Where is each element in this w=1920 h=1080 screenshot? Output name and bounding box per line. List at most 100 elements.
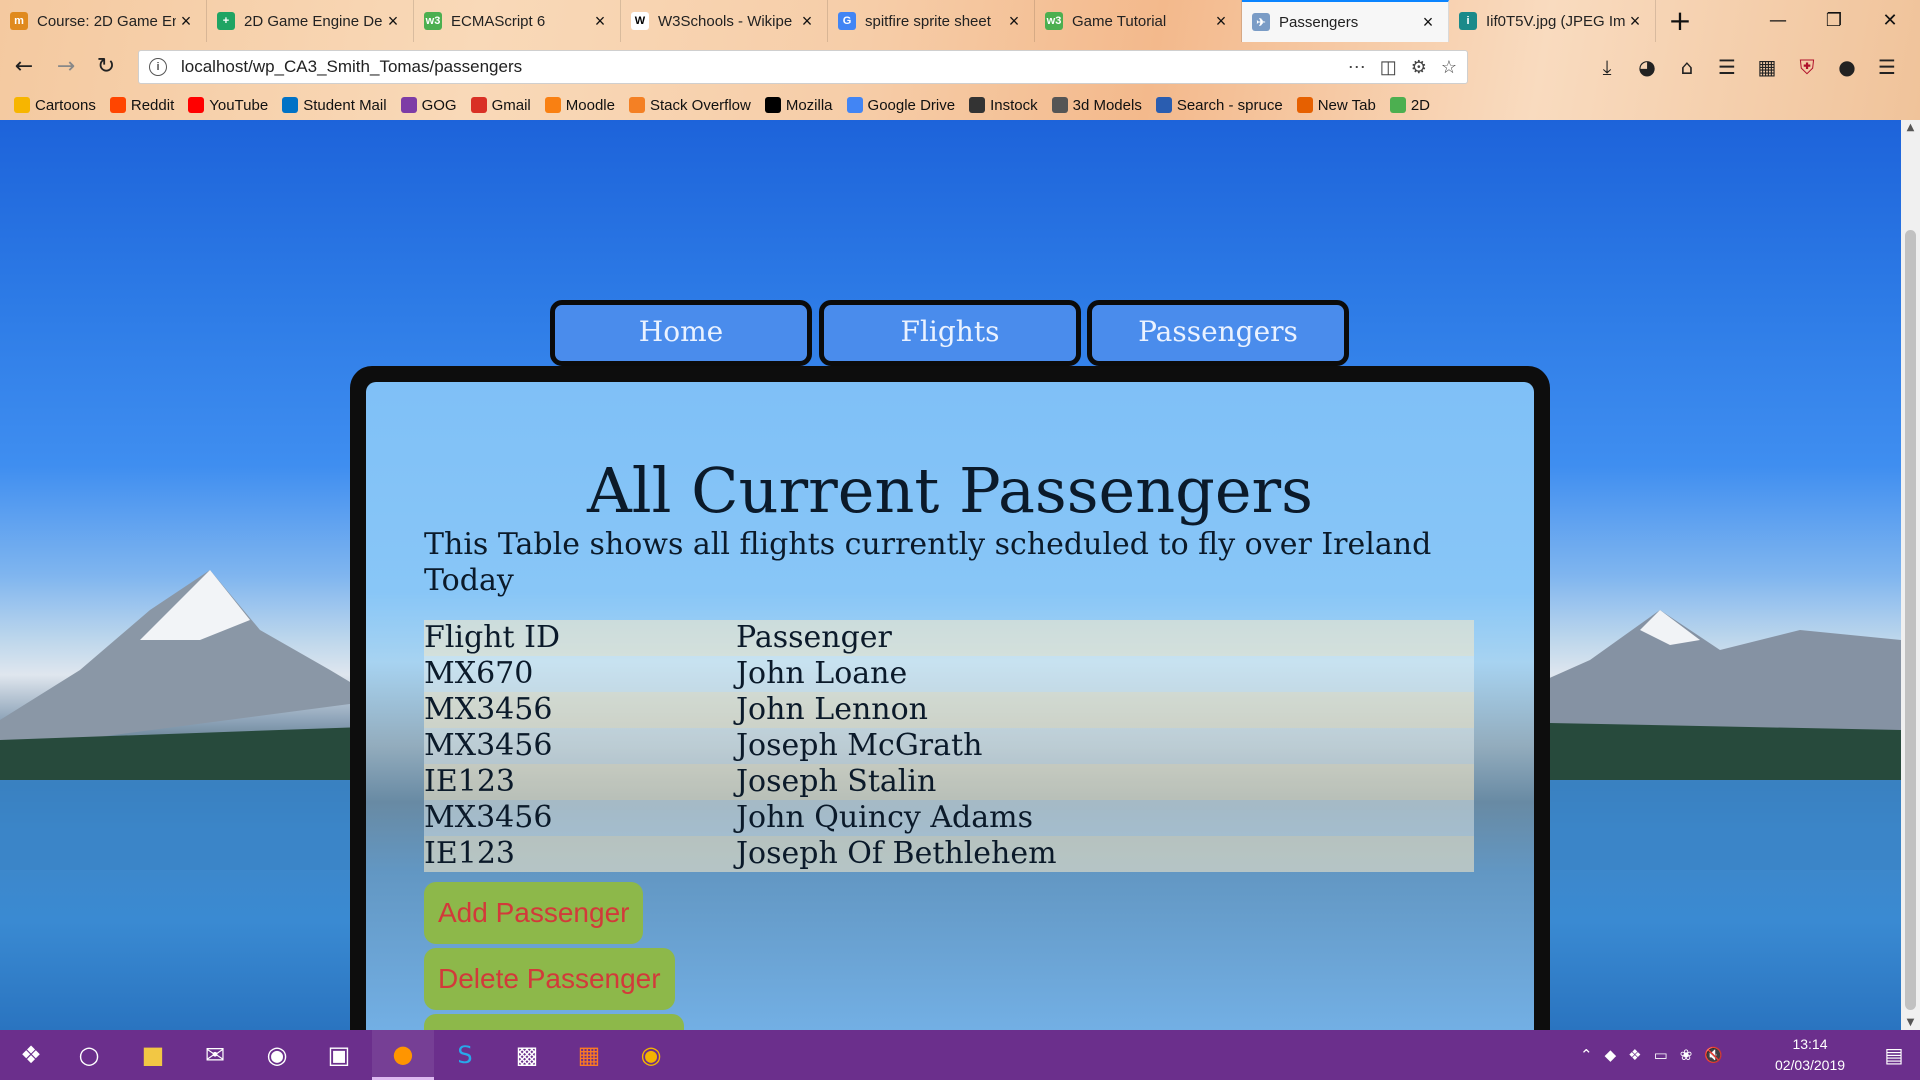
- bookmark-item[interactable]: Moodle: [544, 97, 615, 114]
- bookmark-favicon-icon: [764, 97, 781, 113]
- steam-icon[interactable]: ◉: [246, 1030, 308, 1080]
- browser-tab[interactable]: i Iif0T5V.jpg (JPEG Im ×: [1449, 0, 1656, 42]
- scroll-up-icon[interactable]: ▲: [1901, 122, 1920, 133]
- flight-id-cell: MX670: [424, 656, 534, 691]
- bookmark-item[interactable]: Cartoons: [14, 97, 96, 114]
- taskbar-clock[interactable]: 13:14 02/03/2019: [1765, 1034, 1855, 1076]
- bookmark-star-icon[interactable]: ☆: [1441, 57, 1457, 78]
- bookmark-label: New Tab: [1317, 96, 1376, 114]
- chrome-icon[interactable]: ◉: [620, 1030, 682, 1080]
- url-text[interactable]: localhost/wp_CA3_Smith_Tomas/passengers: [181, 57, 522, 77]
- forward-icon[interactable]: →: [48, 50, 84, 84]
- bookmark-favicon-icon: [1296, 97, 1313, 113]
- bookmark-favicon-icon: [282, 97, 299, 113]
- reload-icon[interactable]: ↻: [88, 50, 124, 84]
- bookmark-label: YouTube: [209, 96, 269, 114]
- restore-button[interactable]: ❐: [1806, 0, 1862, 42]
- update-passenger-button[interactable]: Update Passenger: [424, 1014, 684, 1030]
- bookmark-label: Mozilla: [785, 96, 833, 114]
- bookmark-favicon-icon: [846, 97, 863, 113]
- bookmark-item[interactable]: Mozilla: [764, 96, 833, 114]
- wifi-icon[interactable]: ❀: [1680, 1046, 1693, 1064]
- bookmark-item[interactable]: YouTube: [188, 97, 268, 114]
- mail-icon[interactable]: ✉: [184, 1030, 246, 1080]
- new-tab-button[interactable]: +: [1662, 4, 1698, 38]
- nav-passengers-button[interactable]: Passengers: [1087, 300, 1349, 366]
- apps-icon[interactable]: ▦: [1750, 50, 1784, 84]
- show-hidden-icons-icon[interactable]: ⌃: [1580, 1046, 1593, 1064]
- bookmark-item[interactable]: 3d Models: [1051, 97, 1142, 114]
- page-subtitle: This Table shows all flights currently s…: [424, 527, 1432, 598]
- phpstorm-icon[interactable]: ▩: [496, 1030, 558, 1080]
- home-icon[interactable]: ⌂: [1670, 50, 1704, 84]
- bookmark-item[interactable]: Instock: [969, 97, 1038, 114]
- extension-icon[interactable]: ⚙: [1411, 57, 1427, 78]
- nav-home-button[interactable]: Home: [550, 300, 812, 366]
- xampp-icon[interactable]: ▦: [558, 1030, 620, 1080]
- pocket-icon[interactable]: ◫: [1380, 57, 1397, 78]
- windows-taskbar: ❖ ○ ■ ✉ ◉ ▣ ● S ▩ ▦ ◉ ⌃ ◆ ❖ ▭ ❀ 🔇 13:14 …: [0, 1030, 1920, 1080]
- back-icon[interactable]: ←: [6, 50, 42, 84]
- bookmark-favicon-icon: [1051, 97, 1068, 113]
- page-actions-icon[interactable]: ⋯: [1348, 57, 1366, 78]
- bookmark-item[interactable]: 2D: [1389, 97, 1430, 114]
- close-tab-icon[interactable]: ×: [176, 11, 196, 32]
- tray-app-icon[interactable]: ◆: [1605, 1046, 1617, 1064]
- library-icon[interactable]: ☰: [1710, 50, 1744, 84]
- account-icon[interactable]: ●: [1830, 50, 1864, 84]
- close-tab-icon[interactable]: ×: [383, 11, 403, 32]
- browser-tab[interactable]: m Course: 2D Game En ×: [0, 0, 207, 42]
- close-tab-icon[interactable]: ×: [1418, 12, 1438, 33]
- cortana-search-icon[interactable]: ○: [58, 1030, 120, 1080]
- bookmark-item[interactable]: New Tab: [1296, 96, 1376, 114]
- ublock-icon[interactable]: ⛨: [1790, 50, 1824, 84]
- delete-passenger-button[interactable]: Delete Passenger: [424, 948, 675, 1010]
- browser-tab[interactable]: w3 Game Tutorial ×: [1035, 0, 1242, 42]
- browser-chrome: m Course: 2D Game En × +2D Game Engine De × w…: [0, 0, 1920, 120]
- close-tab-icon[interactable]: ×: [1004, 11, 1024, 32]
- close-tab-icon[interactable]: ×: [1211, 11, 1231, 32]
- bookmark-item[interactable]: Search - spruce: [1155, 97, 1283, 114]
- tab-favicon-icon: i: [1459, 12, 1477, 30]
- bookmark-item[interactable]: Stack Overflow: [628, 97, 751, 114]
- bookmark-label: Gmail: [491, 96, 531, 114]
- dropbox-icon[interactable]: ❖: [1628, 1046, 1641, 1064]
- browser-tab[interactable]: ✈ Passengers ×: [1242, 0, 1449, 42]
- close-tab-icon[interactable]: ×: [1625, 11, 1645, 32]
- table-row: MX3456 John Quincy Adams: [424, 800, 1474, 836]
- tab-favicon-icon: ✈: [1252, 13, 1270, 31]
- close-tab-icon[interactable]: ×: [590, 11, 610, 32]
- private-mask-icon[interactable]: ◕: [1630, 50, 1664, 84]
- battery-icon[interactable]: ▭: [1654, 1046, 1668, 1064]
- add-passenger-button[interactable]: Add Passenger: [424, 882, 644, 944]
- discord-icon[interactable]: ▣: [308, 1030, 370, 1080]
- bookmark-item[interactable]: Reddit: [109, 97, 174, 114]
- scroll-down-icon[interactable]: ▼: [1901, 1017, 1920, 1028]
- tab-favicon-icon: w3: [1045, 12, 1063, 30]
- browser-tab[interactable]: +2D Game Engine De ×: [207, 0, 414, 42]
- notifications-icon[interactable]: ▤: [1868, 1030, 1920, 1080]
- menu-icon[interactable]: ☰: [1870, 50, 1904, 84]
- bookmark-item[interactable]: Student Mail: [282, 97, 387, 114]
- browser-tab[interactable]: w3 ECMAScript 6 ×: [414, 0, 621, 42]
- site-info-icon[interactable]: i: [149, 58, 167, 76]
- page-scrollbar[interactable]: ▲ ▼: [1901, 120, 1920, 1030]
- browser-tab[interactable]: W W3Schools - Wikipe ×: [621, 0, 828, 42]
- volume-muted-icon[interactable]: 🔇: [1704, 1046, 1723, 1064]
- nav-flights-button[interactable]: Flights: [819, 300, 1081, 366]
- bookmark-label: Cartoons: [35, 96, 96, 114]
- windows-start-icon[interactable]: ❖: [0, 1030, 62, 1080]
- skype-icon[interactable]: S: [434, 1030, 496, 1080]
- bookmark-item[interactable]: Gmail: [470, 96, 531, 114]
- browser-tab[interactable]: Gspitfire sprite sheet ×: [828, 0, 1035, 42]
- bookmark-item[interactable]: GOG: [400, 97, 457, 114]
- file-explorer-icon[interactable]: ■: [122, 1030, 184, 1080]
- scrollbar-thumb[interactable]: [1905, 230, 1916, 1010]
- address-bar[interactable]: i localhost/wp_CA3_Smith_Tomas/passenger…: [138, 50, 1468, 84]
- close-window-button[interactable]: ✕: [1862, 0, 1918, 42]
- minimize-button[interactable]: —: [1750, 0, 1806, 42]
- close-tab-icon[interactable]: ×: [797, 11, 817, 32]
- firefox-icon[interactable]: ●: [372, 1030, 434, 1080]
- bookmark-item[interactable]: Google Drive: [846, 97, 955, 114]
- download-icon[interactable]: ⤓: [1590, 50, 1624, 84]
